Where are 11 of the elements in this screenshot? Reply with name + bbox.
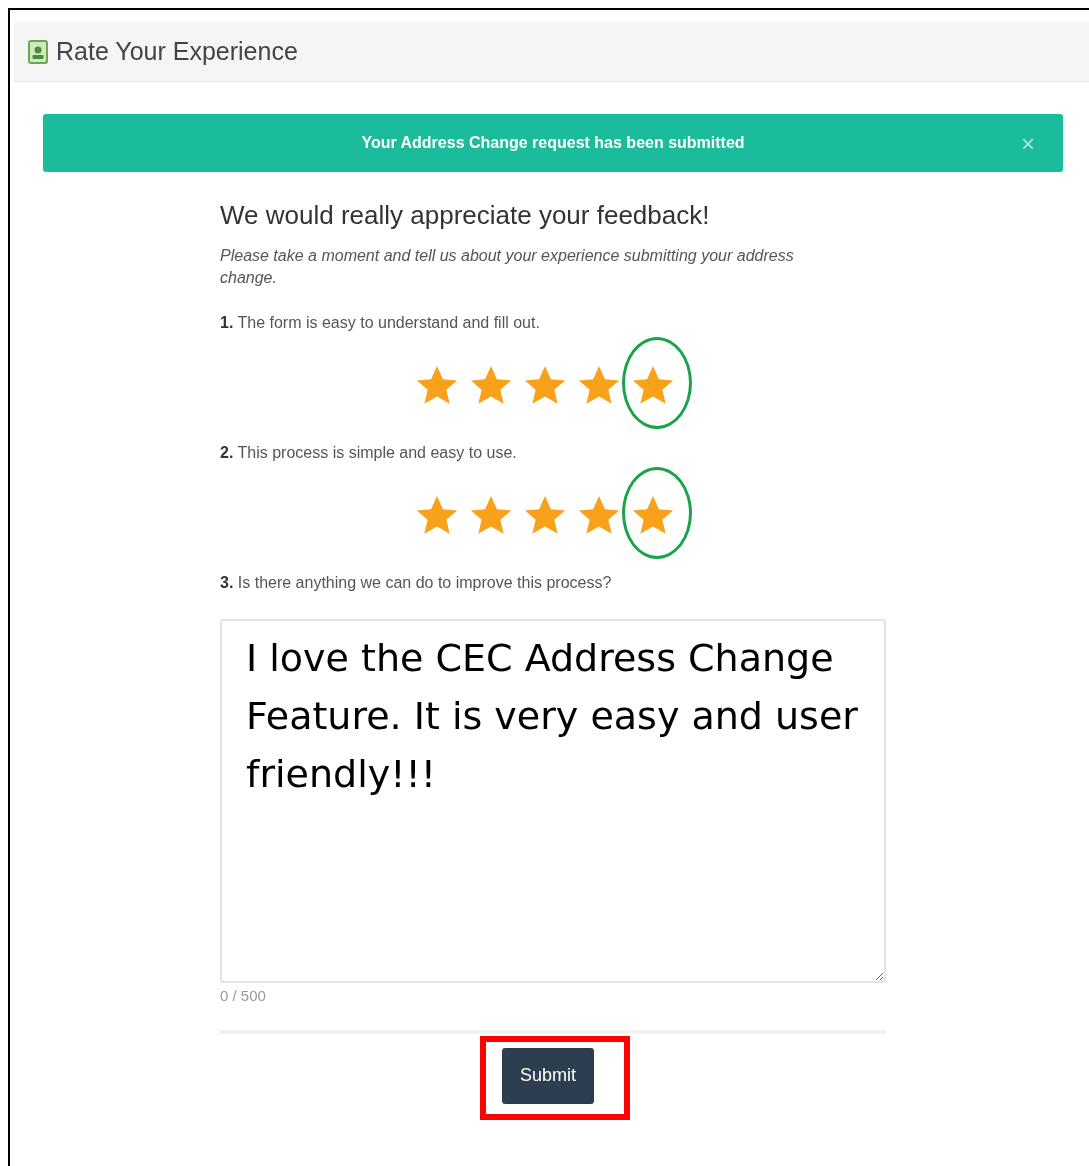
window-title: Rate Your Experience	[56, 35, 298, 67]
feedback-heading: We would really appreciate your feedback!	[220, 199, 711, 232]
submit-button[interactable]: Submit	[502, 1047, 594, 1104]
intro-text: Please take a moment and tell us about your experience submitting your address change.	[220, 246, 795, 288]
question-label: 3. Is there anything we can do to improve this process?	[220, 573, 613, 593]
character-counter: 0 / 500	[220, 986, 267, 1006]
contact-card-icon	[28, 39, 48, 64]
question-label: 1. The form is easy to understand and fill out.	[220, 313, 541, 333]
alert-message: Your Address Change request has been submitted	[361, 133, 745, 153]
feedback-textarea[interactable]: I love the CEC Address Change Feature. It is very easy and user friendly!!!	[220, 619, 886, 983]
question-label: 2. This process is simple and easy to use.	[220, 443, 518, 463]
